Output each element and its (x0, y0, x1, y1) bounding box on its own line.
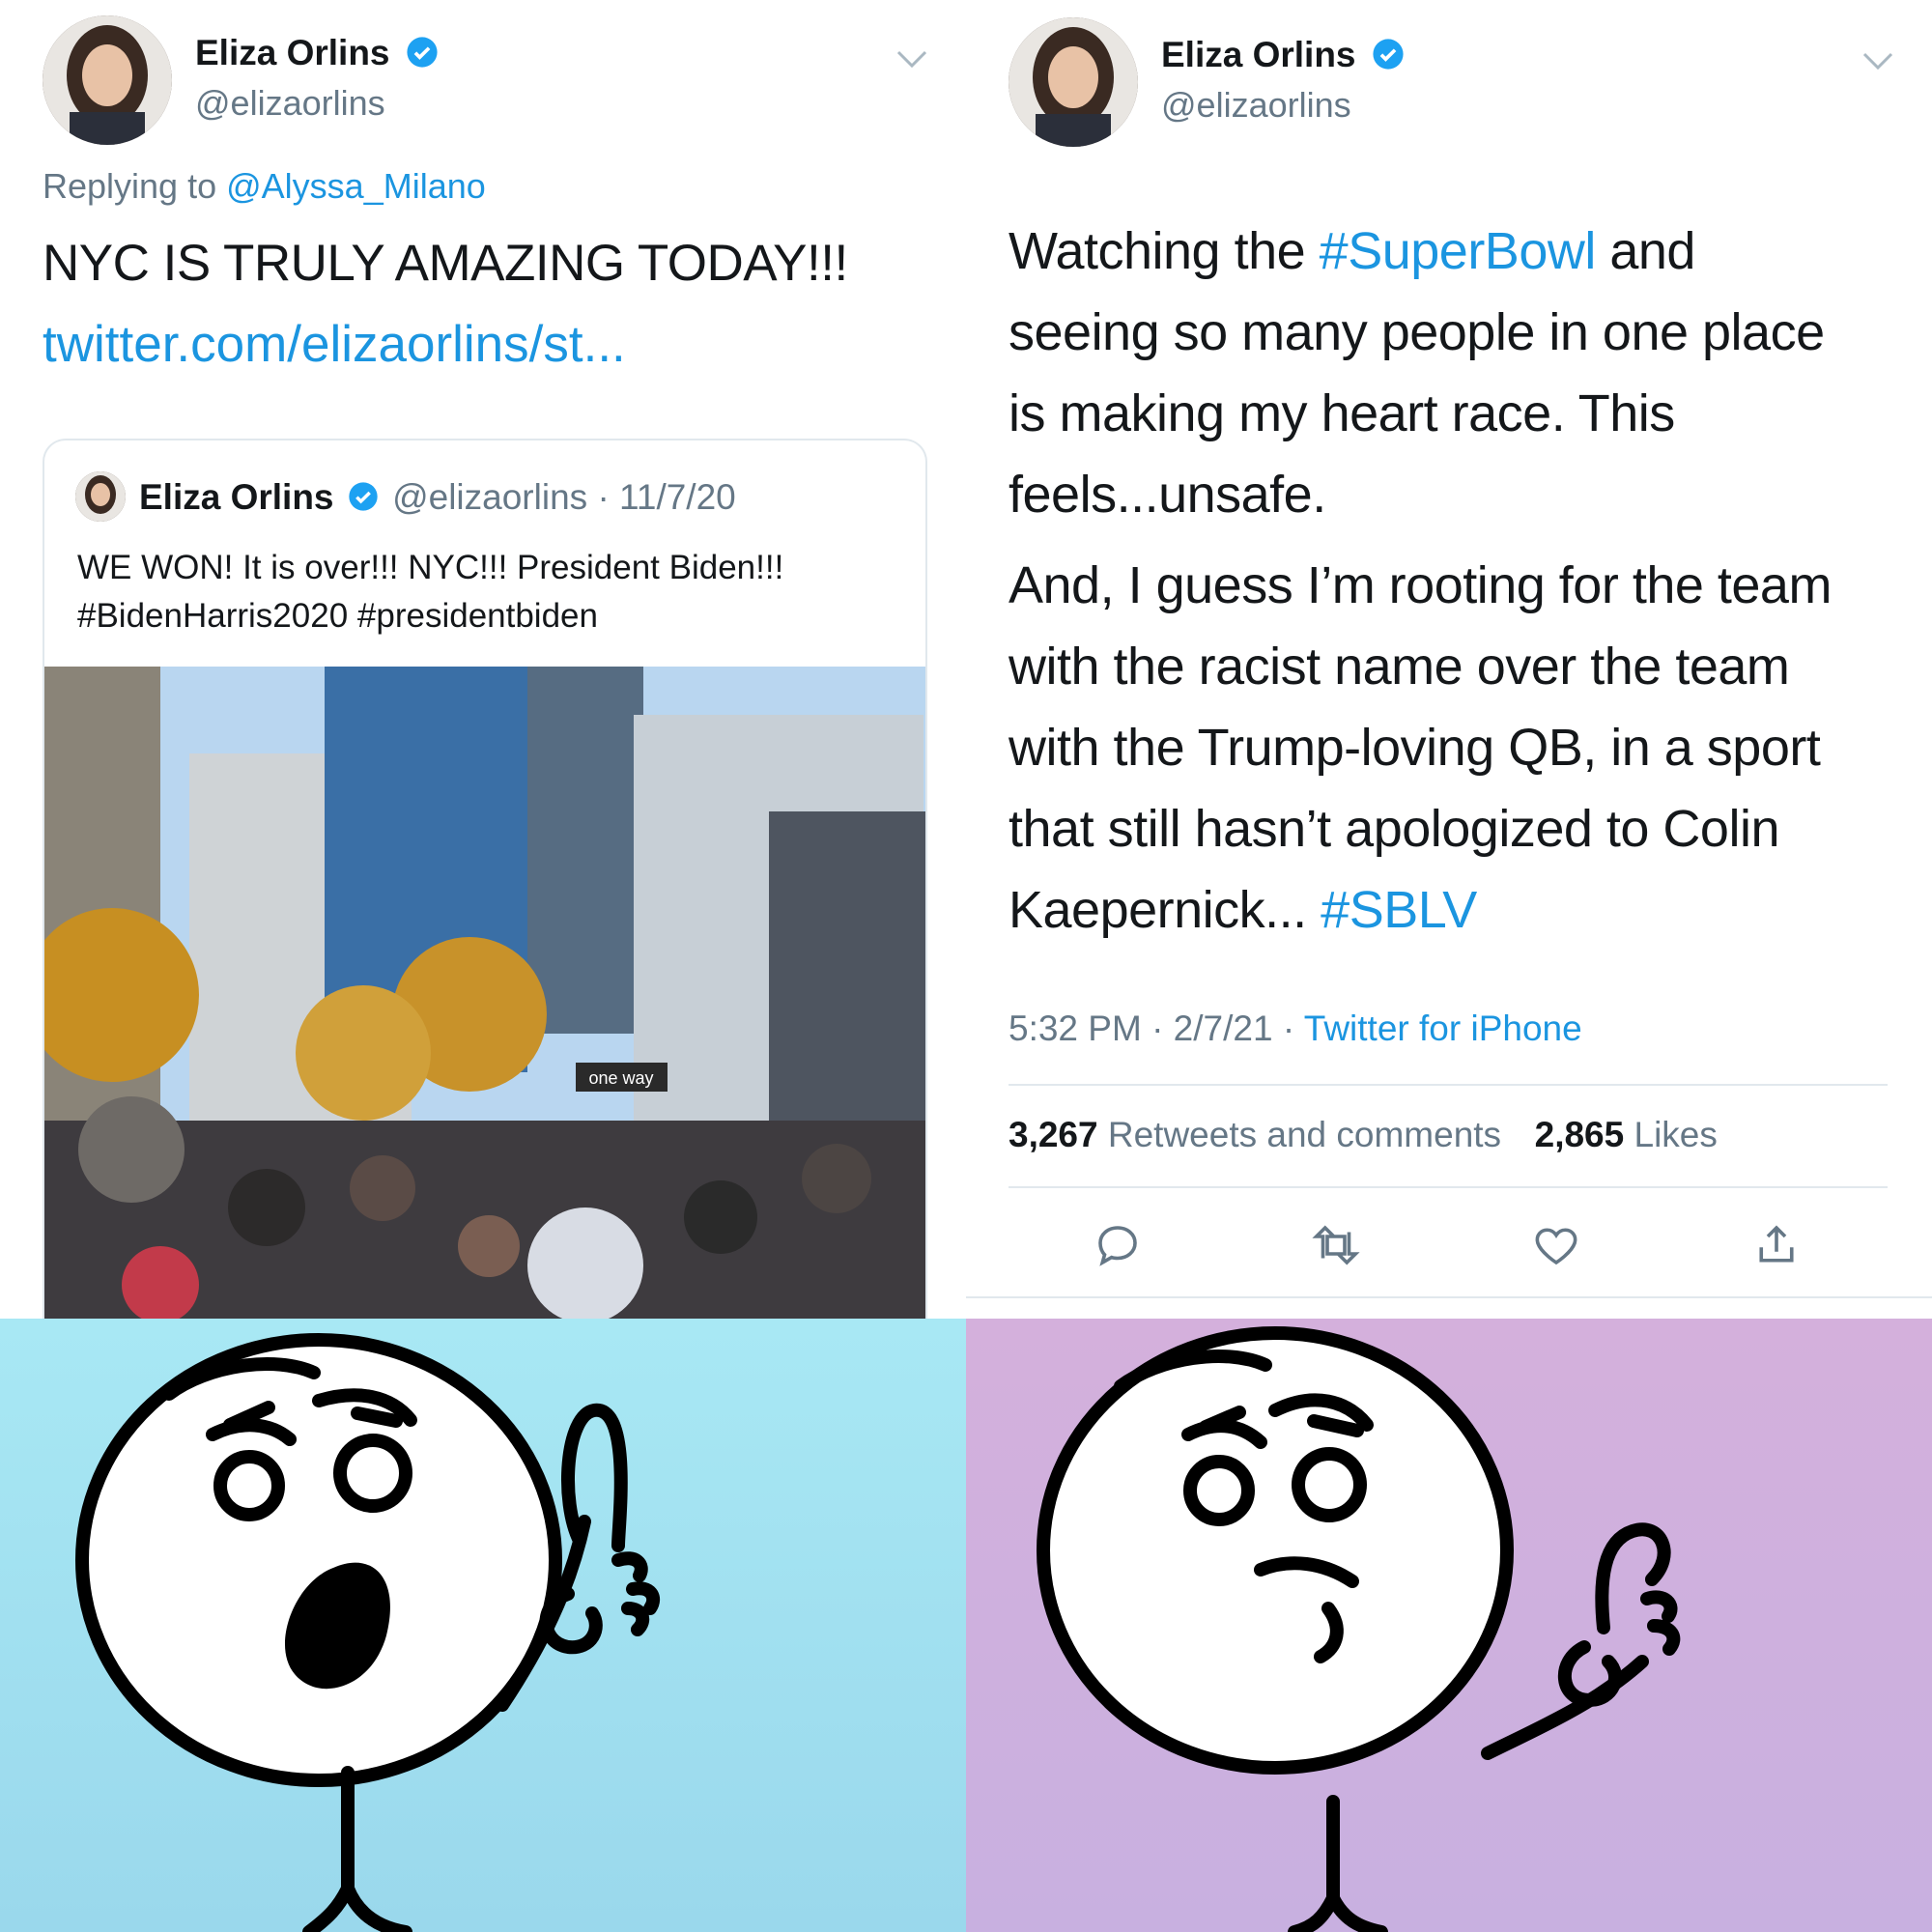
share-icon[interactable] (1750, 1219, 1803, 1271)
quoted-avatar (75, 471, 126, 522)
avatar-photo-icon (43, 15, 172, 145)
author-avatar[interactable] (1009, 17, 1138, 147)
replying-to: Replying to @Alyssa_Milano (43, 166, 486, 206)
tweet-paragraph-2: And, I guess I’m rooting for the team wi… (1009, 556, 1832, 939)
quoted-text-line1: WE WON! It is over!!! NYC!!! President B… (77, 549, 784, 586)
chevron-down-icon[interactable] (1861, 50, 1895, 73)
quoted-tweet-card[interactable]: Eliza Orlins @elizaorlins · 11/7/20 WE W… (43, 439, 927, 1321)
quoted-text-line2: #BidenHarris2020 #presidentbiden (77, 597, 598, 635)
likes-count[interactable]: 2,865 (1535, 1115, 1625, 1154)
avatar-photo-icon (75, 471, 126, 522)
hashtag-superbowl[interactable]: #SuperBowl (1320, 222, 1597, 280)
tweet-source-link[interactable]: Twitter for iPhone (1304, 1009, 1582, 1048)
divider (1009, 1186, 1888, 1188)
author-avatar[interactable] (43, 15, 172, 145)
author-handle[interactable]: @elizaorlins (1161, 85, 1351, 126)
avatar-photo-icon (1009, 17, 1138, 147)
verified-badge-icon (349, 482, 378, 511)
divider (1009, 1084, 1888, 1086)
author-name[interactable]: Eliza Orlins (1161, 35, 1356, 74)
verified-badge-icon (407, 37, 438, 68)
stick-figure-excited-icon (75, 1333, 661, 1932)
retweet-icon[interactable] (1310, 1219, 1362, 1271)
tweet-link[interactable]: twitter.com/elizaorlins/st... (43, 315, 626, 374)
tweet-paragraph-1: Watching the #SuperBowl and seeing so ma… (1009, 222, 1825, 524)
tweet-stats: 3,267 Retweets and comments 2,865 Likes (1009, 1115, 1718, 1155)
reply-mention-link[interactable]: @Alyssa_Milano (226, 166, 486, 206)
left-tweet: Eliza Orlins @elizaorlins Replying to @A… (0, 0, 966, 1321)
retweets-label[interactable]: Retweets and comments (1108, 1115, 1501, 1154)
author-name[interactable]: Eliza Orlins (195, 33, 390, 72)
meme-right-panel (966, 1319, 1932, 1932)
reply-icon[interactable] (1092, 1219, 1144, 1271)
like-icon[interactable] (1530, 1219, 1582, 1271)
likes-label[interactable]: Likes (1634, 1115, 1718, 1154)
tweet-text: NYC IS TRULY AMAZING TODAY!!! (43, 235, 848, 292)
verified-badge-icon (1373, 39, 1404, 70)
divider (966, 1296, 1932, 1298)
stick-figure-hesitant-icon (1037, 1326, 1681, 1932)
quoted-photo[interactable]: one way (44, 667, 925, 1321)
right-tweet: Eliza Orlins @elizaorlins Watching the #… (966, 0, 1932, 1319)
meme-left-panel (0, 1319, 966, 1932)
author-handle[interactable]: @elizaorlins (195, 83, 385, 124)
hashtag-sblv[interactable]: #SBLV (1321, 881, 1477, 939)
quoted-author-handle: @elizaorlins (392, 477, 588, 517)
quoted-date: · 11/7/20 (597, 477, 736, 517)
chevron-down-icon[interactable] (895, 48, 929, 71)
tweet-meta: 5:32 PM · 2/7/21 · Twitter for iPhone (1009, 1009, 1582, 1049)
quoted-author-name: Eliza Orlins (139, 477, 334, 517)
retweets-count[interactable]: 3,267 (1009, 1115, 1098, 1154)
tweet-timestamp[interactable]: 5:32 PM · 2/7/21 · (1009, 1009, 1294, 1048)
one-way-sign-text: one way (588, 1068, 653, 1088)
